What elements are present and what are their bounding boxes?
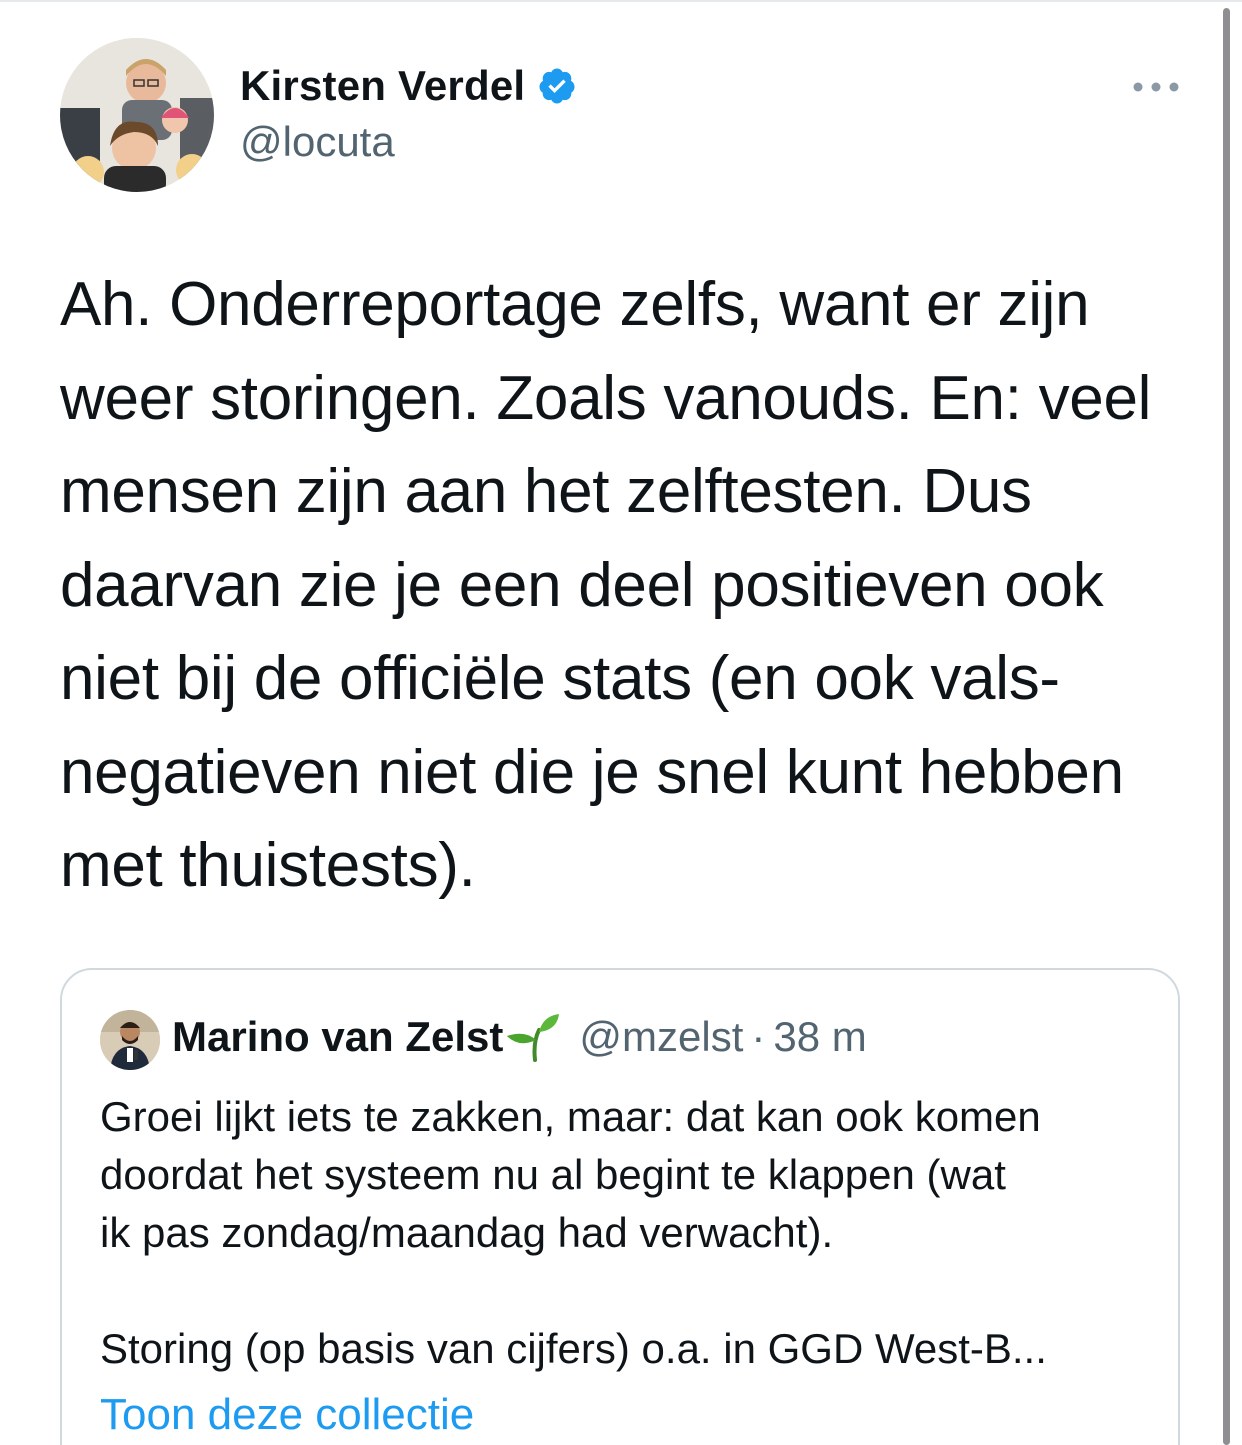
profile-photo-icon [60,38,214,192]
top-divider [0,0,1242,2]
profile-photo-icon [100,1010,160,1070]
author-name[interactable]: Kirsten Verdel [240,62,525,110]
more-horizontal-icon [1133,82,1179,92]
tweet-text: Ah. Onderreportage zelfs, want er zijn w… [60,270,1152,900]
quote-header: Marino van Zelst @mzelst · 38 m [172,1012,867,1062]
verified-badge-icon [537,66,577,106]
quote-text: Groei lijkt iets te zakken, maar: dat ka… [100,1093,1041,1256]
author-name-row: Kirsten Verdel [240,62,577,110]
quote-text-continued: Storing (op basis van cijfers) o.a. in G… [100,1325,1047,1372]
author-handle[interactable]: @locuta [240,118,395,166]
author-avatar[interactable] [60,38,214,192]
quote-author-name[interactable]: Marino van Zelst [172,1013,503,1061]
scrollbar[interactable] [1223,8,1230,1445]
more-options-button[interactable] [1128,70,1184,104]
quote-author-handle[interactable]: @mzelst [579,1013,743,1061]
quote-author-avatar[interactable] [100,1010,160,1070]
separator-dot: · [751,1013,766,1060]
tweet-detail-page: Kirsten Verdel @locuta Ah. Onderreportag… [0,0,1242,1445]
quoted-tweet-card[interactable]: Marino van Zelst @mzelst · 38 m Groei li… [60,968,1180,1445]
sprout-emoji-icon [505,1012,561,1062]
quote-timestamp[interactable]: 38 m [773,1013,866,1061]
show-collection-link[interactable]: Toon deze collectie [100,1390,474,1440]
